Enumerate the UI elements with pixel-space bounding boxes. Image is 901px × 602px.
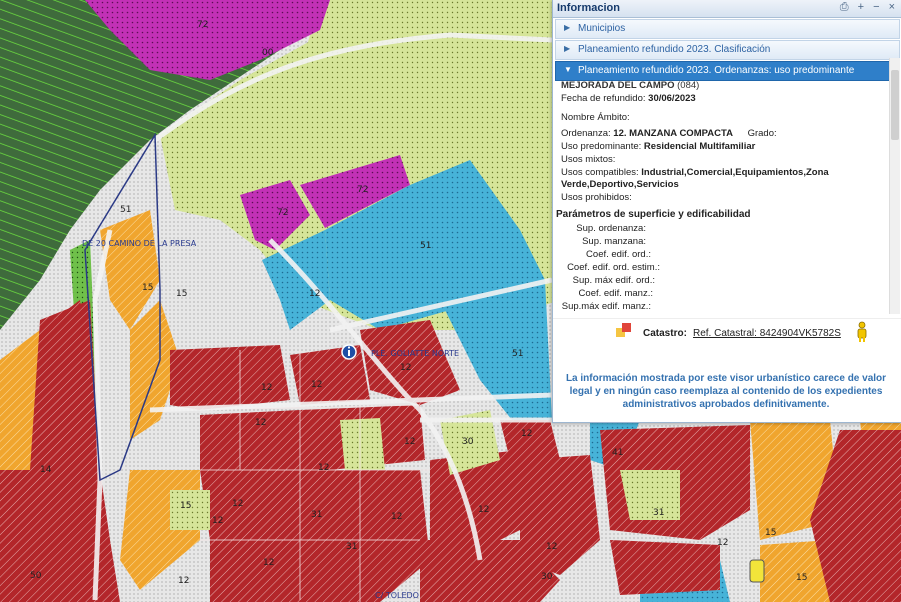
map-label: 30 xyxy=(541,572,553,582)
map-label: 12 xyxy=(178,576,189,586)
nombre-ambito-label: Nombre Ámbito: xyxy=(561,112,630,123)
section-label: Planeamiento refundido 2023. Ordenanzas:… xyxy=(578,65,855,76)
minus-icon[interactable]: − xyxy=(873,1,882,13)
map-label: 50 xyxy=(30,571,42,581)
map-label: 15 xyxy=(796,573,807,583)
chevron-right-icon: ▶ xyxy=(564,23,571,32)
param-label: Sup. ordenanza: xyxy=(576,223,646,234)
map-label: 12 xyxy=(232,499,243,509)
plus-icon[interactable]: + xyxy=(858,1,867,13)
location-pin-icon[interactable] xyxy=(749,559,765,583)
param-label: Sup. máx edif. ord.: xyxy=(572,275,655,286)
usos-prohibidos-label: Usos prohibidos: xyxy=(561,192,632,203)
uso-pred-value: Residencial Multifamiliar xyxy=(643,141,756,152)
municipality-code: (084) xyxy=(677,80,700,91)
map-label: 31 xyxy=(653,508,664,518)
map-label: 12 xyxy=(546,542,557,552)
legal-disclaimer: La información mostrada por este visor u… xyxy=(565,373,887,410)
close-icon[interactable]: × xyxy=(889,1,898,13)
map-label: 30 xyxy=(462,437,474,447)
map-label: 51 xyxy=(512,349,523,359)
panel-tools: ⎙ + − × xyxy=(840,1,898,14)
map-label: 12 xyxy=(318,463,329,473)
map-label: 00 xyxy=(262,48,274,58)
municipality-line: MEJORADA DEL CAMPO (084) xyxy=(561,80,699,91)
section-ordenanzas[interactable]: ▼ Planeamiento refundido 2023. Ordenanza… xyxy=(555,61,900,81)
map-label: 15 xyxy=(142,283,153,293)
content-scrollbar[interactable] xyxy=(889,58,900,314)
municipality-name: MEJORADA DEL CAMPO xyxy=(561,80,675,91)
uso-predominante-line: Uso predominante: Residencial Multifamil… xyxy=(561,141,755,152)
map-label: 51 xyxy=(120,205,131,215)
chevron-down-icon: ▼ xyxy=(564,65,572,74)
map-label: 12 xyxy=(391,512,402,522)
usos-compat-label: Usos compatibles: xyxy=(561,167,639,178)
chevron-right-icon: ▶ xyxy=(564,44,571,53)
map-label: 12 xyxy=(212,516,223,526)
map-label: 12 xyxy=(311,380,322,390)
catastro-row: Catastro: Ref. Catastral: 8424904VK5782S xyxy=(553,318,901,347)
usos-compatibles-line: Usos compatibles: Industrial,Comercial,E… xyxy=(561,167,829,178)
usos-mixtos-label: Usos mixtos: xyxy=(561,154,616,165)
fecha-label: Fecha de refundido: xyxy=(561,93,646,104)
map-label: 15 xyxy=(180,501,191,511)
section-municipios[interactable]: ▶ Municipios xyxy=(555,19,900,39)
ordenanza-line: Ordenanza: 12. MANZANA COMPACTA Grado: xyxy=(561,128,777,139)
road-label: C/ TOLEDO xyxy=(375,591,419,600)
map-label: 12 xyxy=(309,289,320,299)
map-label: 12 xyxy=(717,538,728,548)
map-label: 31 xyxy=(311,510,322,520)
map-label: 51 xyxy=(420,241,431,251)
info-marker-icon[interactable] xyxy=(341,344,357,360)
catastro-reference-link[interactable]: Ref. Catastral: 8424904VK5782S xyxy=(693,328,841,339)
print-icon[interactable]: ⎙ xyxy=(840,1,852,13)
panel-titlebar[interactable]: Informacion ⎙ + − × xyxy=(553,0,901,18)
section-clasificacion[interactable]: ▶ Planeamiento refundido 2023. Clasifica… xyxy=(555,40,900,60)
road-label: PLE. GOLIATTE NORTE xyxy=(371,349,459,358)
catastro-label: Catastro: xyxy=(643,328,687,339)
map-label: 15 xyxy=(176,289,187,299)
ordenanza-label: Ordenanza: xyxy=(561,128,611,139)
street-view-person-icon[interactable] xyxy=(855,321,869,343)
section-content: MEJORADA DEL CAMPO (084) Fecha de refund… xyxy=(555,80,888,312)
map-label: 12 xyxy=(255,418,266,428)
grado-label: Grado: xyxy=(747,128,777,139)
road-label: DE 20 CAMINO DE LA PRESA xyxy=(82,239,197,248)
section-label: Municipios xyxy=(578,23,626,34)
uso-pred-label: Uso predominante: xyxy=(561,141,642,152)
fecha-value: 30/06/2023 xyxy=(648,93,696,104)
map-label: 12 xyxy=(478,505,489,515)
param-label: Coef. edif. ord. estim.: xyxy=(567,262,660,273)
map-label: 72 xyxy=(277,208,288,218)
panel-title: Informacion xyxy=(557,2,620,14)
map-label: 15 xyxy=(765,528,776,538)
info-panel: Informacion ⎙ + − × ▶ Municipios ▶ Plane… xyxy=(552,0,901,423)
param-label: Sup. manzana: xyxy=(582,236,646,247)
usos-compat-value-cont: Verde,Deportivo,Servicios xyxy=(561,179,679,190)
scrollbar-thumb[interactable] xyxy=(891,70,899,140)
map-label: 12 xyxy=(521,429,532,439)
map-label: 12 xyxy=(261,383,272,393)
param-label: Coef. edif. manz.: xyxy=(578,288,653,299)
params-heading: Parámetros de superficie y edificabilida… xyxy=(556,209,751,220)
catastro-icon xyxy=(616,323,631,337)
usos-compat-value: Industrial,Comercial,Equipamientos,Zona xyxy=(641,167,829,178)
fecha-line: Fecha de refundido: 30/06/2023 xyxy=(561,93,696,104)
map-label: 41 xyxy=(612,448,623,458)
section-label: Planeamiento refundido 2023. Clasificaci… xyxy=(578,44,771,55)
param-label: Coef. edif. ord.: xyxy=(586,249,651,260)
map-label: 12 xyxy=(404,437,415,447)
map-label: 12 xyxy=(263,558,274,568)
map-label: 14 xyxy=(40,465,52,475)
map-label: 31 xyxy=(346,542,357,552)
map-label: 72 xyxy=(197,20,208,30)
map-label: 72 xyxy=(357,185,368,195)
ordenanza-value: 12. MANZANA COMPACTA xyxy=(613,128,733,139)
map-label: 12 xyxy=(400,363,411,373)
param-label: Sup.máx edif. manz.: xyxy=(561,301,651,312)
